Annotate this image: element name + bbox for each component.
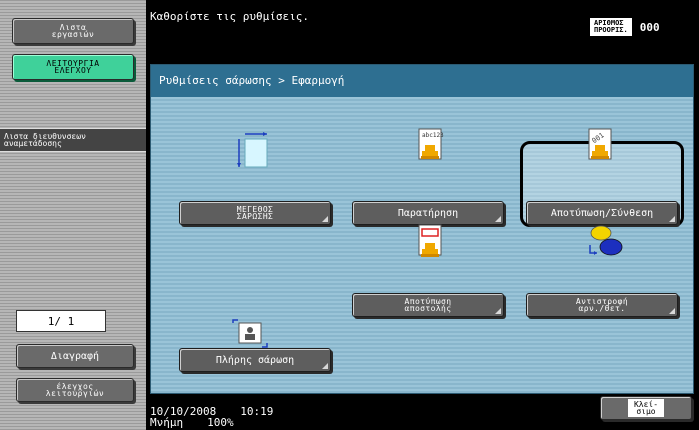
- job-list-button[interactable]: Λιστα εργασιών: [12, 18, 134, 44]
- header: Καθορίστε τις ρυθμίσεις. ΑΡΙΘΜΟΣ ΠΡΟΟΡΙΣ…: [146, 0, 699, 60]
- close-button[interactable]: Κλεί- σιμο: [600, 396, 692, 420]
- scan-size-button[interactable]: ΜΕΓΕΘΟΣ ΣΑΡΩΣΗΣ: [179, 201, 331, 225]
- delete-button[interactable]: Διαγραφή: [16, 344, 134, 368]
- breadcrumb: Ρυθμίσεις σάρωσης > Εφαρμογή: [151, 65, 693, 97]
- reverse-order-button[interactable]: Αντιστροφή αρν./θετ.: [526, 293, 678, 317]
- destinations-label: ΑΡΙΘΜΟΣ ΠΡΟΟΡΙΣ.: [590, 18, 632, 36]
- scan-size-label: ΜΕΓΕΘΟΣ ΣΑΡΩΣΗΣ: [236, 205, 274, 221]
- check-functions-label: έλεγχος λειτουργιών: [45, 382, 105, 398]
- destinations-indicator: ΑΡΙΘΜΟΣ ΠΡΟΟΡΙΣ. 000: [590, 14, 699, 40]
- full-scan-button[interactable]: Πλήρης σάρωση: [179, 348, 331, 372]
- annotation-icon: abc123: [413, 127, 447, 171]
- stamp-send-button[interactable]: Αποτύπωση αποστολής: [352, 293, 504, 317]
- status-readout: 10/10/2008 10:19 Μνήμη 100%: [150, 406, 273, 428]
- page-counter: 1/ 1: [16, 310, 106, 332]
- full-scan-label: Πλήρης σάρωση: [215, 354, 295, 366]
- instruction-message: Καθορίστε τις ρυθμίσεις.: [150, 10, 309, 23]
- check-functions-button[interactable]: έλεγχος λειτουργιών: [16, 378, 134, 402]
- stamp-compose-label: Αποτύπωση/Σύνθεση: [550, 207, 654, 219]
- annotation-button[interactable]: Παρατήρηση: [352, 201, 504, 225]
- function-control-label: ΛΕΙΤΟΥΡΓΙΑ ΕΛΕΓΧΟΥ: [46, 59, 100, 75]
- scan-size-icon: [235, 131, 275, 175]
- stamp-send-label: Αποτύπωση αποστολής: [404, 297, 452, 313]
- close-label: Κλεί- σιμο: [627, 399, 665, 417]
- destinations-count: 000: [639, 20, 660, 34]
- reverse-order-icon: [585, 221, 625, 265]
- stamp-send-icon: [413, 223, 447, 269]
- annotation-icon-text: abc123: [422, 132, 444, 139]
- stamp-compose-icon: 001: [583, 127, 617, 171]
- footer: 10/10/2008 10:19 Μνήμη 100% Κλεί- σιμο: [146, 396, 699, 430]
- address-list-tab[interactable]: Λιστα διευθυνσεων αναμετάδοσης: [0, 128, 146, 152]
- function-grid: ΜΕΓΕΘΟΣ ΣΑΡΩΣΗΣ abc123 Παρατήρηση 001 Απ…: [151, 97, 693, 393]
- time: 10:19: [240, 405, 274, 418]
- function-control-button[interactable]: ΛΕΙΤΟΥΡΓΙΑ ΕΛΕΓΧΟΥ: [12, 54, 134, 80]
- delete-label: Διαγραφή: [50, 350, 100, 362]
- memory-label: Μνήμη: [150, 416, 184, 429]
- annotation-label: Παρατήρηση: [397, 207, 459, 219]
- memory-value: 100%: [207, 416, 234, 429]
- job-list-label: Λιστα εργασιών: [51, 23, 95, 39]
- reverse-order-label: Αντιστροφή αρν./θετ.: [575, 297, 629, 313]
- left-panel: Λιστα εργασιών ΛΕΙΤΟΥΡΓΙΑ ΕΛΕΓΧΟΥ Λιστα …: [0, 0, 146, 430]
- main-panel: Ρυθμίσεις σάρωσης > Εφαρμογή ΜΕΓΕΘΟΣ ΣΑΡ…: [150, 64, 694, 394]
